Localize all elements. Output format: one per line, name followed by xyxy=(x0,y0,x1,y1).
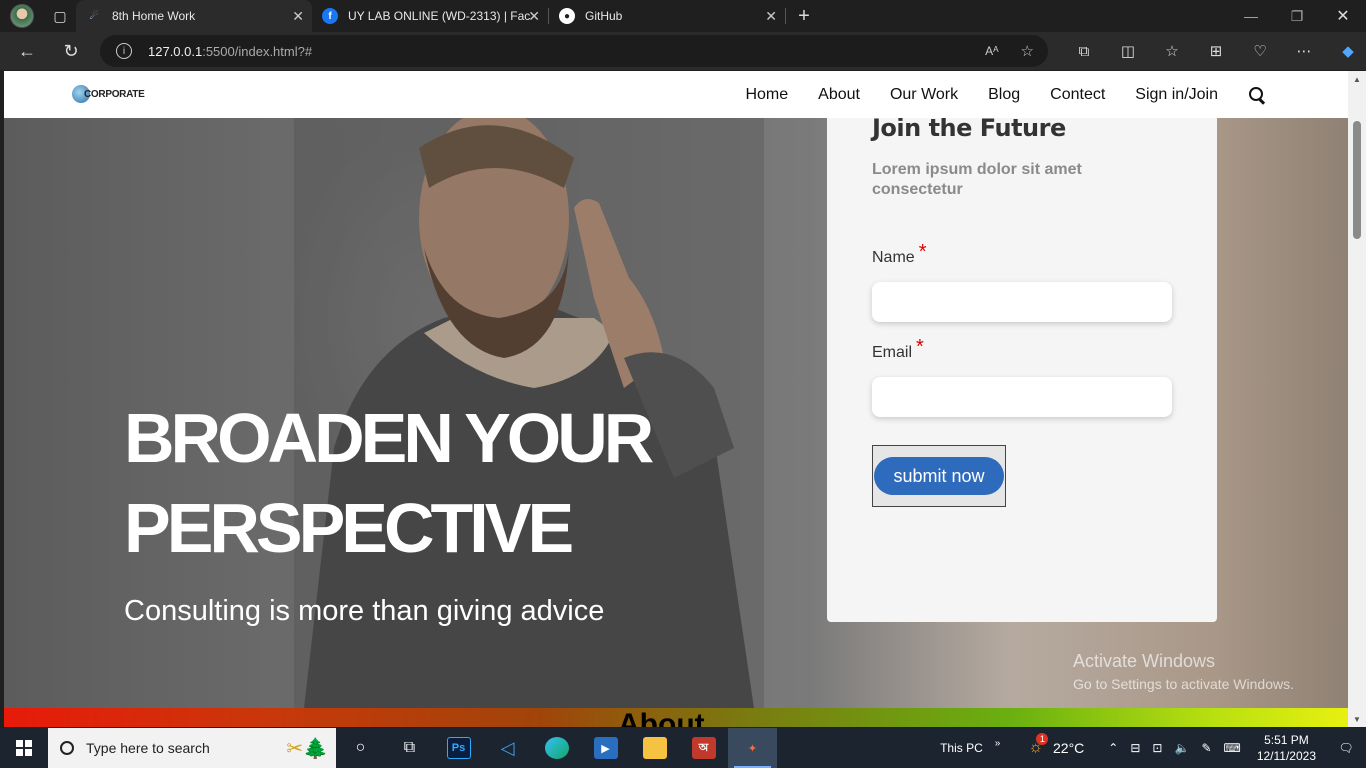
nav-contect[interactable]: Contect xyxy=(1050,86,1105,104)
scroll-down-icon[interactable]: ▼ xyxy=(1348,711,1366,727)
url-field[interactable]: i 127.0.0.1:5500/index.html?# Aᴬ ☆ xyxy=(100,35,1048,67)
chevron-icon[interactable]: » xyxy=(989,738,1007,749)
close-tab-icon[interactable]: ✕ xyxy=(528,8,540,25)
copilot-icon[interactable]: ◆ xyxy=(1326,32,1366,70)
tab-uylab-facebook[interactable]: f UY LAB ONLINE (WD-2313) | Fac ✕ xyxy=(312,0,548,32)
nav-home[interactable]: Home xyxy=(745,86,788,104)
taskbar-search[interactable]: Type here to search ✂🌲 xyxy=(48,728,336,768)
nav-about[interactable]: About xyxy=(818,86,860,104)
form-heading: Join the Future xyxy=(872,114,1066,142)
submit-wrapper: submit now xyxy=(872,445,1006,507)
windows-logo-icon xyxy=(16,740,32,756)
notification-icon[interactable]: 🗨 xyxy=(1326,728,1366,768)
weather-widget[interactable]: ☼ 1 22°C xyxy=(1022,733,1090,757)
browser-essentials-icon[interactable]: ♡ xyxy=(1238,32,1282,70)
file-explorer-icon[interactable] xyxy=(630,728,679,768)
search-highlight-icon: ✂🌲 xyxy=(286,737,328,760)
github-icon: ● xyxy=(559,8,575,24)
extensions-icon[interactable]: ⧉ xyxy=(1062,32,1106,70)
search-icon[interactable] xyxy=(1248,86,1266,104)
profile-button[interactable] xyxy=(0,0,44,32)
split-screen-icon[interactable]: ◫ xyxy=(1106,32,1150,70)
new-tab-button[interactable]: + xyxy=(786,0,822,32)
scroll-up-icon[interactable]: ▲ xyxy=(1348,71,1366,87)
required-mark: * xyxy=(918,241,927,263)
cortana-icon[interactable]: ○ xyxy=(336,728,385,768)
about-section-heading: About xyxy=(618,710,705,727)
page-scrollbar[interactable]: ▲ ▼ xyxy=(1348,71,1366,727)
site-logo[interactable]: CORPORATE xyxy=(72,79,145,109)
back-icon[interactable]: ← xyxy=(8,32,46,70)
nav-sign-in-join[interactable]: Sign in/Join xyxy=(1135,86,1218,104)
clock[interactable]: 5:51 PM 12/11/2023 xyxy=(1247,732,1326,764)
system-tray: This PC » ☼ 1 22°C ⌃ ⊟ ⊡ 🔈 ✎ ⌨ 5:51 PM 12… xyxy=(934,728,1366,768)
form-lead: Lorem ipsum dolor sit amet consectetur xyxy=(872,161,1082,198)
refresh-icon[interactable]: ↻ xyxy=(52,32,90,70)
nav-our-work[interactable]: Our Work xyxy=(890,86,958,104)
collections-icon[interactable]: ⊞ xyxy=(1194,32,1238,70)
more-menu-icon[interactable]: ⋯ xyxy=(1282,32,1326,70)
profile-avatar xyxy=(10,4,34,28)
page-viewport: CORPORATE Home About Our Work Blog Conte… xyxy=(4,71,1348,727)
join-form-card: Join the Future Lorem ipsum dolor sit am… xyxy=(827,114,1217,622)
name-field[interactable] xyxy=(872,282,1172,322)
facebook-icon: f xyxy=(322,8,338,24)
close-tab-icon[interactable]: ✕ xyxy=(292,8,304,25)
name-label: Name * xyxy=(872,241,927,266)
show-hidden-icons[interactable]: ⌃ xyxy=(1102,741,1124,755)
submit-button[interactable]: submit now xyxy=(874,457,1004,495)
pen-icon[interactable]: ✎ xyxy=(1195,741,1217,755)
site-header: CORPORATE Home About Our Work Blog Conte… xyxy=(4,71,1348,118)
task-view-icon[interactable]: ⧉ xyxy=(385,728,434,768)
site-info-icon[interactable]: i xyxy=(116,43,132,59)
hero-subtitle: Consulting is more than giving advice xyxy=(124,595,605,627)
browser-tab-bar: ▢ ☄ 8th Home Work ✕ f UY LAB ONLINE (WD-… xyxy=(0,0,1366,32)
tab-8th-home-work[interactable]: ☄ 8th Home Work ✕ xyxy=(76,0,312,32)
media-player-icon[interactable]: ▶ xyxy=(581,728,630,768)
email-label: Email * xyxy=(872,336,924,361)
bangla-keyboard-icon[interactable]: অ xyxy=(679,728,728,768)
main-nav: Home About Our Work Blog Contect Sign in… xyxy=(715,71,1266,118)
close-window-icon[interactable]: ✕ xyxy=(1320,0,1366,32)
weather-icon: ☼ 1 xyxy=(1028,733,1049,757)
network-icon[interactable]: ⊟ xyxy=(1124,741,1146,755)
read-aloud-icon[interactable]: Aᴬ xyxy=(985,44,998,58)
monitor-icon[interactable]: ⊡ xyxy=(1146,741,1168,755)
tab-github[interactable]: ● GitHub ✕ xyxy=(549,0,785,32)
snipping-tool-icon[interactable]: ✦ xyxy=(728,728,777,768)
address-toolbar: ← ↻ i 127.0.0.1:5500/index.html?# Aᴬ ☆ ⧉… xyxy=(0,32,1366,70)
gradient-strip: About xyxy=(4,708,1348,727)
nav-blog[interactable]: Blog xyxy=(988,86,1020,104)
volume-icon[interactable]: 🔈 xyxy=(1168,741,1195,755)
email-field[interactable] xyxy=(872,377,1172,417)
vscode-icon[interactable]: ◁ xyxy=(483,728,532,768)
start-button[interactable] xyxy=(0,728,48,768)
photoshop-icon[interactable]: Ps xyxy=(434,728,483,768)
required-mark: * xyxy=(916,336,924,358)
minimize-icon[interactable]: — xyxy=(1228,0,1274,32)
favorites-icon[interactable]: ☆ xyxy=(1150,32,1194,70)
edge-icon[interactable] xyxy=(532,728,581,768)
scrollbar-thumb[interactable] xyxy=(1353,121,1361,239)
favorite-star-icon[interactable]: ☆ xyxy=(1021,42,1034,60)
close-tab-icon[interactable]: ✕ xyxy=(765,8,777,25)
windows-taskbar: Type here to search ✂🌲 ○ ⧉ Ps ◁ ▶ অ ✦ Th… xyxy=(0,728,1366,768)
activate-windows-watermark: Activate Windows Go to Settings to activ… xyxy=(1073,651,1294,692)
search-icon xyxy=(60,741,74,755)
hero-title: BROADEN YOUR PERSPECTIVE xyxy=(124,399,654,567)
restore-icon[interactable]: ❐ xyxy=(1274,0,1320,32)
this-pc-label[interactable]: This PC xyxy=(934,741,989,755)
keyboard-icon[interactable]: ⌨ xyxy=(1218,741,1247,755)
tab-actions-icon[interactable]: ▢ xyxy=(44,0,76,32)
window-controls: — ❐ ✕ xyxy=(1228,0,1366,32)
comet-icon: ☄ xyxy=(89,10,99,22)
